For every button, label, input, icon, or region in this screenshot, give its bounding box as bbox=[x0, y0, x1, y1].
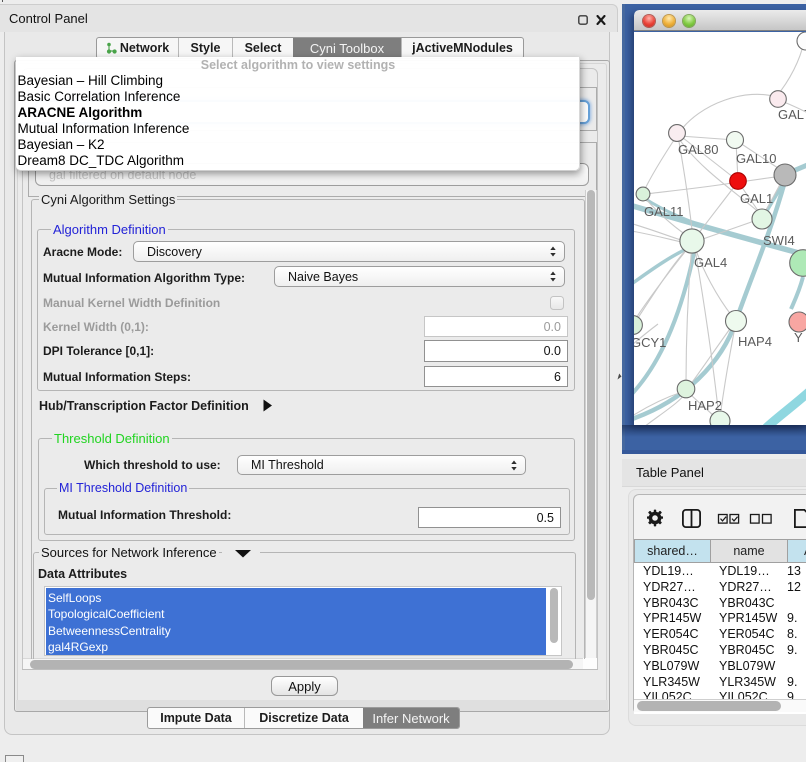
svg-text:GAL10: GAL10 bbox=[736, 151, 776, 166]
svg-text:HAP2: HAP2 bbox=[688, 398, 722, 413]
svg-text:GCY1: GCY1 bbox=[634, 335, 666, 350]
svg-text:HAP4: HAP4 bbox=[738, 334, 772, 349]
svg-text:SWI4: SWI4 bbox=[763, 233, 795, 248]
svg-text:GAL7: GAL7 bbox=[778, 107, 806, 122]
svg-text:GAL4: GAL4 bbox=[694, 255, 727, 270]
svg-text:Y: Y bbox=[794, 330, 803, 345]
svg-text:GAL80: GAL80 bbox=[678, 142, 718, 157]
svg-text:GAL1: GAL1 bbox=[740, 191, 773, 206]
svg-text:GAL11: GAL11 bbox=[644, 204, 684, 219]
